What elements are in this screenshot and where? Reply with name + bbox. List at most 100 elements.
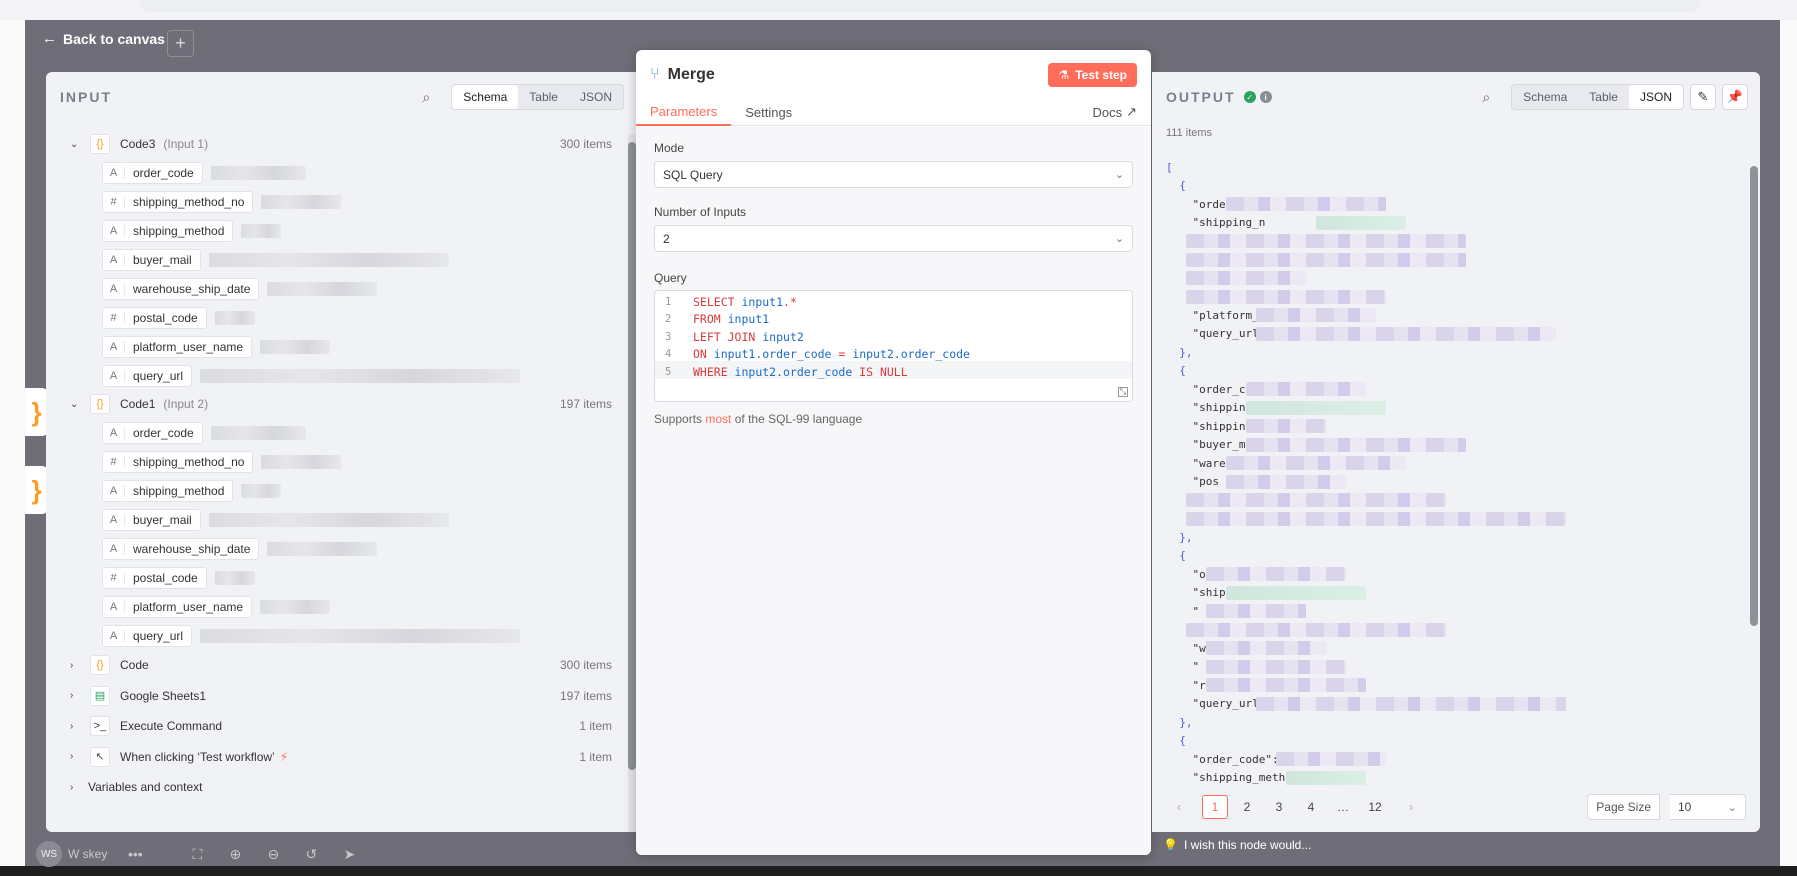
schema-field[interactable]: Awarehouse_ship_date	[60, 534, 624, 563]
schema-field[interactable]: # shipping_method_no	[60, 447, 624, 476]
tab-parameters[interactable]: Parameters	[636, 98, 732, 126]
page-4[interactable]: 4	[1298, 795, 1324, 819]
schema-field[interactable]: Aorder_code	[60, 158, 624, 187]
resize-handle-icon[interactable]: ⤡	[1118, 387, 1128, 397]
line-number: 5	[665, 365, 672, 378]
input-scrollbar[interactable]	[628, 142, 636, 770]
code-line[interactable]: 1 SELECT input1.*	[655, 291, 1132, 309]
tree-group-code1[interactable]: ⌄ {} Code1 (Input 2) 197 items	[60, 390, 624, 418]
json-text: {	[1166, 549, 1186, 563]
feedback-link[interactable]: 💡 I wish this node would...	[1163, 838, 1311, 852]
zoom-in-icon[interactable]: ⊕	[225, 844, 245, 864]
schema-field[interactable]: # postal_code	[60, 563, 624, 592]
output-tab-table[interactable]: Table	[1578, 85, 1629, 109]
variables-and-context[interactable]: › Variables and context	[60, 772, 624, 802]
docs-link[interactable]: Docs ↗	[1092, 98, 1137, 126]
support-link-most[interactable]: most	[705, 412, 731, 426]
canvas-node-code-2[interactable]: }	[25, 466, 48, 514]
search-icon[interactable]: ⌕	[415, 86, 437, 108]
input-tab-schema[interactable]: Schema	[452, 85, 519, 109]
schema-field[interactable]: Aplatform_user_name	[60, 592, 624, 621]
tree-group-collapsed[interactable]: › {} Code 300 items	[60, 650, 624, 681]
schema-field[interactable]: Aquery_url	[60, 361, 624, 390]
chevron-right-icon[interactable]: ›	[70, 782, 84, 793]
chevron-right-icon[interactable]: ›	[70, 690, 84, 701]
more-icon[interactable]: •••	[125, 844, 145, 864]
chevron-right-icon[interactable]: ›	[70, 751, 84, 762]
page-size-select[interactable]: 10 ⌄	[1670, 794, 1746, 820]
next-page-icon[interactable]: ›	[1398, 795, 1424, 819]
tree-group-code3[interactable]: ⌄ {} Code3 (Input 1) 300 items	[60, 130, 624, 158]
input-tab-json[interactable]: JSON	[569, 85, 623, 109]
field-chip[interactable]: Awarehouse_ship_date	[102, 537, 260, 560]
code-line[interactable]: 5 WHERE input2.order_code IS NULL	[655, 361, 1132, 379]
tree-group-collapsed[interactable]: › >_ Execute Command 1 item	[60, 711, 624, 742]
output-tab-json[interactable]: JSON	[1628, 85, 1683, 109]
chevron-right-icon[interactable]: ›	[70, 660, 84, 671]
prev-page-icon[interactable]: ‹	[1166, 795, 1192, 819]
field-chip[interactable]: Aquery_url	[102, 364, 193, 387]
schema-field[interactable]: Aplatform_user_name	[60, 332, 624, 361]
back-to-canvas-link[interactable]: ← Back to canvas	[42, 30, 165, 47]
tab-settings[interactable]: Settings	[731, 98, 806, 126]
field-chip[interactable]: Abuyer_mail	[102, 508, 201, 531]
schema-field[interactable]: Aorder_code	[60, 418, 624, 447]
chevron-right-icon[interactable]: ›	[70, 721, 84, 732]
zoom-out-icon[interactable]: ⊖	[263, 844, 283, 864]
field-chip[interactable]: Aplatform_user_name	[102, 335, 253, 358]
schema-field[interactable]: Abuyer_mail	[60, 505, 624, 534]
schema-field[interactable]: Aquery_url	[60, 621, 624, 650]
field-chip[interactable]: Aquery_url	[102, 624, 193, 647]
query-editor[interactable]: ⤡ 1 SELECT input1.* 2 FROM input1 3 LEFT JOIN …	[654, 290, 1133, 402]
add-node-button[interactable]: +	[167, 30, 194, 57]
schema-field[interactable]: Awarehouse_ship_date	[60, 274, 624, 303]
field-chip[interactable]: Ashipping_method	[102, 479, 234, 502]
code-line[interactable]: 2 FROM input1	[655, 309, 1132, 326]
schema-field[interactable]: Ashipping_method	[60, 476, 624, 505]
tree-group-collapsed[interactable]: › ▤ Google Sheets1 197 items	[60, 681, 624, 712]
output-tab-schema[interactable]: Schema	[1512, 85, 1578, 109]
field-chip[interactable]: # postal_code	[102, 306, 207, 329]
page-1[interactable]: 1	[1202, 795, 1228, 819]
page-12[interactable]: 12	[1362, 795, 1388, 819]
page-2[interactable]: 2	[1234, 795, 1260, 819]
search-icon[interactable]: ⌕	[1475, 86, 1497, 108]
node-title[interactable]: Merge	[668, 66, 715, 84]
field-chip[interactable]: Aplatform_user_name	[102, 595, 253, 618]
test-step-button[interactable]: ⚗ Test step	[1048, 63, 1137, 87]
canvas-node-code[interactable]: }	[25, 388, 48, 436]
field-chip[interactable]: Aorder_code	[102, 421, 203, 444]
json-line: "order_code": "	[1166, 750, 1742, 769]
mode-select[interactable]: SQL Query ⌄	[654, 161, 1133, 188]
support-text-post: of the SQL-99 language	[731, 412, 863, 426]
field-chip[interactable]: # shipping_method_no	[102, 450, 254, 473]
number-of-inputs-select[interactable]: 2 ⌄	[654, 225, 1133, 252]
page-3[interactable]: 3	[1266, 795, 1292, 819]
undo-icon[interactable]: ↺	[301, 844, 321, 864]
input-tab-table[interactable]: Table	[518, 85, 569, 109]
chevron-down-icon[interactable]: ⌄	[70, 399, 84, 410]
field-chip[interactable]: Ashipping_method	[102, 219, 234, 242]
code-line[interactable]: 3 LEFT JOIN input2	[655, 326, 1132, 344]
field-chip[interactable]: # shipping_method_no	[102, 190, 254, 213]
chevron-down-icon[interactable]: ⌄	[70, 139, 84, 150]
schema-field[interactable]: # postal_code	[60, 303, 624, 332]
schema-field[interactable]: Ashipping_method	[60, 216, 624, 245]
info-icon[interactable]: i	[1259, 91, 1272, 103]
code-token: LEFT JOIN	[693, 329, 763, 344]
field-chip[interactable]: Aorder_code	[102, 161, 203, 184]
code-line[interactable]: 4 ON input1.order_code = input2.order_cod…	[655, 344, 1132, 361]
schema-field[interactable]: # shipping_method_no	[60, 187, 624, 216]
schema-field[interactable]: Abuyer_mail	[60, 245, 624, 274]
edit-output-button[interactable]: ✎	[1690, 84, 1716, 110]
field-chip[interactable]: Abuyer_mail	[102, 248, 201, 271]
cursor-icon[interactable]: ➤	[339, 844, 359, 864]
field-chip[interactable]: # postal_code	[102, 566, 207, 589]
fit-view-icon[interactable]: ⛶	[187, 844, 207, 864]
field-chip[interactable]: Awarehouse_ship_date	[102, 277, 260, 300]
json-line: "platform_us	[1166, 306, 1742, 325]
tree-group-collapsed[interactable]: › ↖ When clicking ‘Test workflow’ ⚡ 1 item	[60, 742, 624, 773]
output-scrollbar[interactable]	[1750, 166, 1758, 626]
pin-output-button[interactable]: 📌	[1722, 84, 1748, 110]
avatar[interactable]: WS	[36, 841, 62, 867]
